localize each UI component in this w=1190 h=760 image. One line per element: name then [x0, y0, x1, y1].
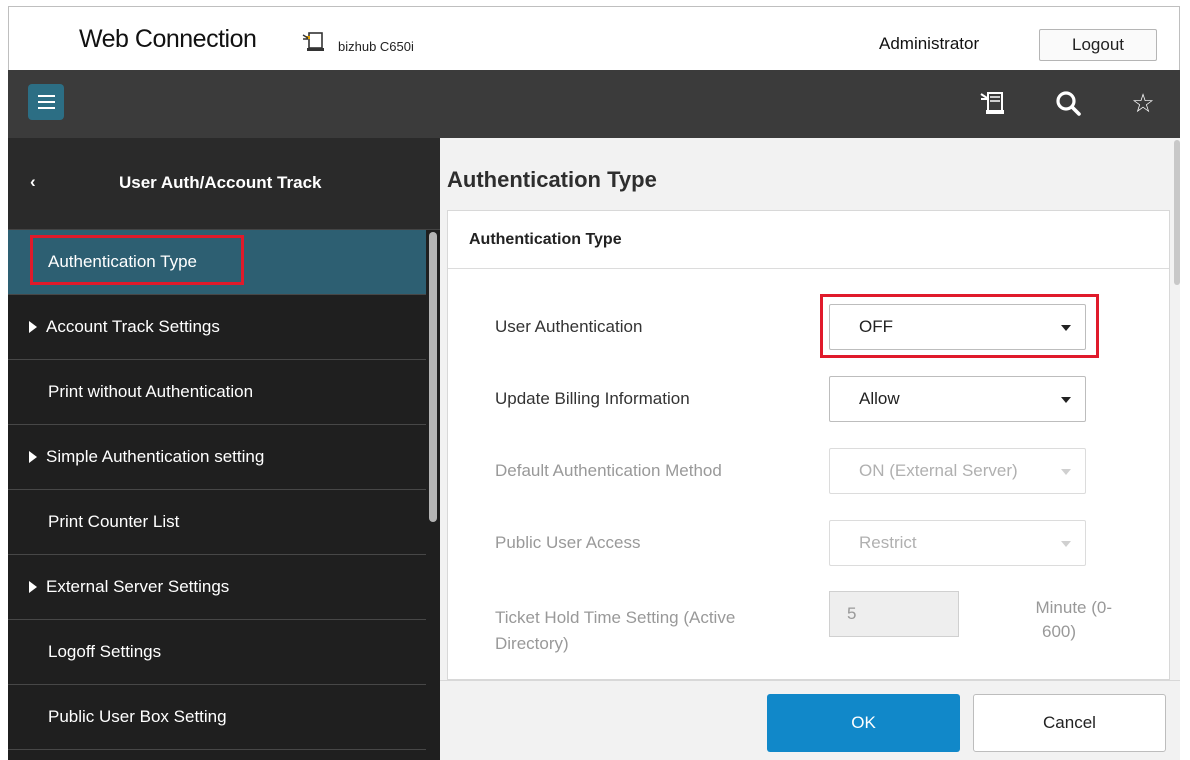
sidebar-item-account-track-settings[interactable]: Account Track Settings: [8, 295, 426, 360]
expand-triangle-icon: [29, 581, 37, 593]
page-title: Authentication Type: [447, 167, 657, 192]
default-auth-method-label: Default Authentication Method: [495, 461, 722, 480]
chevron-down-icon: [1061, 541, 1071, 547]
sidebar-item-label: External Server Settings: [46, 577, 230, 596]
ticket-hold-unit-label: Minute (0- 600): [1035, 598, 1112, 641]
sidebar-item-label: Public User Box Setting: [48, 707, 227, 726]
expand-triangle-icon: [29, 321, 37, 333]
chevron-down-icon: [1061, 397, 1071, 403]
panel-title: Authentication Type: [448, 211, 1169, 269]
printer-model-icon: [302, 32, 324, 51]
sidebar-item-print-counter-list[interactable]: Print Counter List: [8, 490, 426, 555]
sidebar-item-label: Print Counter List: [48, 512, 180, 531]
sidebar: ‹ User Auth/Account Track Authentication…: [8, 138, 440, 760]
sidebar-header: ‹ User Auth/Account Track: [8, 138, 440, 230]
star-icon[interactable]: ☆: [1126, 86, 1160, 120]
sidebar-item-simple-authentication-setting[interactable]: Simple Authentication setting: [8, 425, 426, 490]
toolbar: ☆: [8, 70, 1180, 138]
ok-button[interactable]: OK: [767, 694, 960, 752]
sidebar-item-label: Print without Authentication: [48, 382, 254, 401]
model-name: bizhub C650i: [338, 39, 414, 54]
select-value: ON (External Server): [859, 461, 1018, 480]
top-header: Web Connection bizhub C650i Administrato…: [8, 6, 1180, 70]
public-user-access-select: Restrict: [829, 520, 1086, 566]
sidebar-item-label: Simple Authentication setting: [46, 447, 265, 466]
settings-panel: Authentication Type User Authentication …: [447, 210, 1170, 680]
user-authentication-label: User Authentication: [495, 317, 643, 336]
sidebar-title: User Auth/Account Track: [119, 173, 322, 192]
sidebar-item-public-user-box-setting[interactable]: Public User Box Setting: [8, 685, 426, 750]
sidebar-item-print-without-authentication[interactable]: Print without Authentication: [8, 360, 426, 425]
sidebar-item-label: Logoff Settings: [48, 642, 162, 661]
select-value: Restrict: [859, 533, 917, 552]
main-content: Authentication Type Authentication Type …: [440, 138, 1180, 760]
highlight-box: [30, 235, 244, 285]
back-chevron-icon[interactable]: ‹: [30, 172, 36, 192]
ticket-hold-time-input: 5: [829, 591, 959, 637]
logout-button[interactable]: Logout: [1039, 29, 1157, 61]
update-billing-select[interactable]: Allow: [829, 376, 1086, 422]
printer-icon[interactable]: [976, 86, 1010, 120]
chevron-down-icon: [1061, 469, 1071, 475]
sidebar-scroll-thumb[interactable]: [429, 232, 437, 522]
brand-title: Web Connection: [79, 25, 257, 53]
sidebar-item-external-server-settings[interactable]: External Server Settings: [8, 555, 426, 620]
action-footer: OK Cancel: [440, 680, 1180, 760]
default-auth-method-select: ON (External Server): [829, 448, 1086, 494]
ticket-hold-time-label: Ticket Hold Time Setting (Active Directo…: [495, 608, 736, 653]
main-scroll-thumb[interactable]: [1174, 140, 1180, 285]
select-value: Allow: [859, 389, 900, 408]
sidebar-list: Authentication Type Account Track Settin…: [8, 230, 426, 750]
sidebar-scrollbar[interactable]: [426, 230, 440, 760]
sidebar-item-authentication-type[interactable]: Authentication Type: [8, 230, 426, 295]
user-label: Administrator: [879, 34, 980, 53]
highlight-box: [820, 294, 1099, 358]
cancel-button[interactable]: Cancel: [973, 694, 1166, 752]
menu-icon[interactable]: [28, 84, 64, 120]
search-icon[interactable]: [1051, 86, 1085, 120]
sidebar-item-logoff-settings[interactable]: Logoff Settings: [8, 620, 426, 685]
public-user-access-label: Public User Access: [495, 533, 641, 552]
sidebar-item-label: Account Track Settings: [46, 317, 220, 336]
update-billing-label: Update Billing Information: [495, 389, 690, 408]
expand-triangle-icon: [29, 451, 37, 463]
main-scrollbar[interactable]: [1174, 138, 1180, 680]
